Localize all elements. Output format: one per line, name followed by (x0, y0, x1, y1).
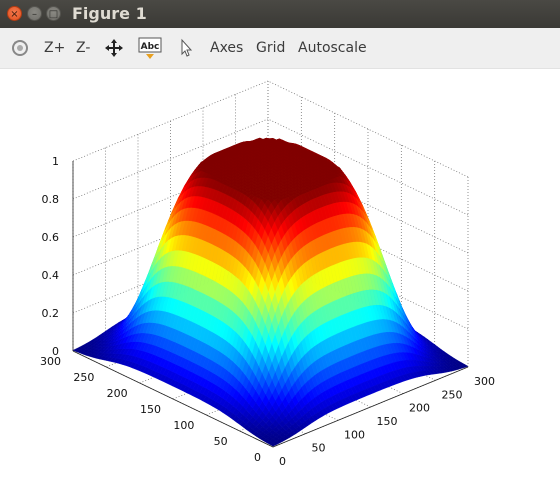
zoom-out-button[interactable]: Z- (76, 38, 90, 58)
z-tick-label: 0.2 (42, 307, 60, 320)
x-tick-label: 50 (312, 442, 326, 455)
axes-button[interactable]: Axes (210, 38, 243, 58)
pan-icon[interactable] (103, 37, 125, 59)
maximize-icon[interactable]: □ (46, 6, 61, 21)
surface-mesh (72, 137, 469, 447)
y-tick-label: 100 (173, 419, 194, 432)
x-tick-label: 0 (279, 455, 286, 468)
autoscale-button[interactable]: Autoscale (298, 38, 367, 58)
z-tick-label: 0.8 (42, 193, 60, 206)
surface-plot[interactable]: 00.20.40.60.8105010015020025030005010015… (0, 69, 560, 489)
window-title: Figure 1 (72, 4, 147, 23)
x-tick-label: 300 (474, 375, 495, 388)
x-tick-label: 200 (409, 402, 430, 415)
z-tick-label: 0.4 (42, 269, 60, 282)
y-tick-label: 50 (214, 435, 228, 448)
grid-button[interactable]: Grid (256, 38, 285, 58)
text-icon-label: Abc (141, 42, 160, 52)
rotate-icon[interactable] (9, 37, 31, 59)
y-tick-label: 0 (254, 451, 261, 464)
x-tick-label: 150 (377, 415, 398, 428)
y-tick-label: 300 (40, 355, 61, 368)
text-annotation-icon[interactable]: Abc (138, 36, 162, 60)
y-tick-label: 250 (73, 371, 94, 384)
pointer-icon[interactable] (176, 37, 198, 59)
x-tick-label: 250 (442, 388, 463, 401)
z-tick-label: 1 (52, 155, 59, 168)
zoom-in-button[interactable]: Z+ (44, 38, 65, 58)
y-tick-label: 200 (107, 387, 128, 400)
z-tick-label: 0.6 (42, 231, 60, 244)
figure-toolbar: Z+ Z- Abc Axes Grid Autoscale (0, 28, 560, 69)
x-tick-label: 100 (344, 428, 365, 441)
minimize-icon[interactable]: – (27, 6, 42, 21)
window-titlebar: × – □ Figure 1 (0, 0, 560, 28)
close-icon[interactable]: × (7, 6, 22, 21)
y-tick-label: 150 (140, 403, 161, 416)
